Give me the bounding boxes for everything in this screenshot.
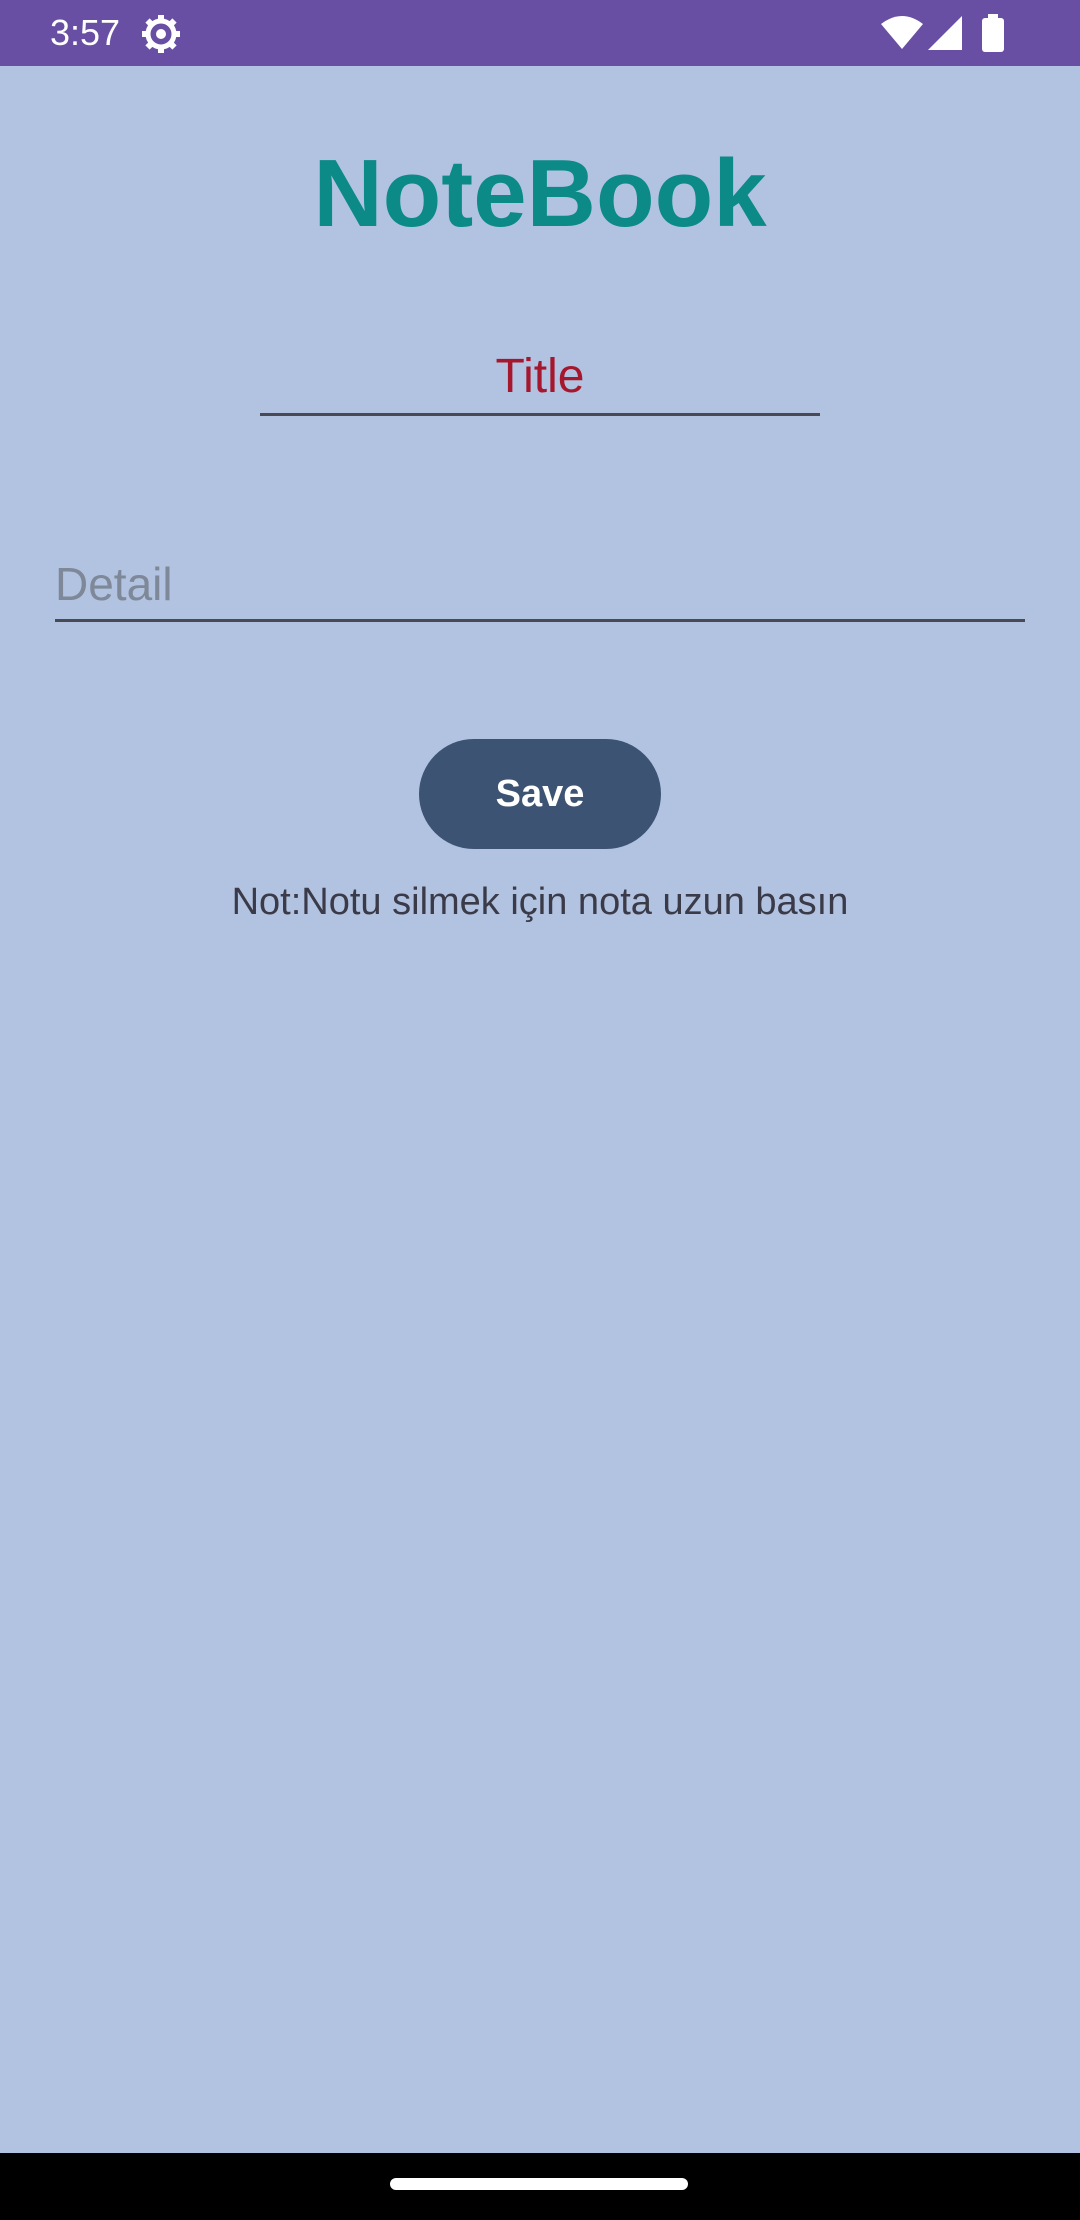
battery-icon (982, 14, 1004, 52)
status-bar: 3:57 (0, 0, 1080, 66)
wifi-icon (881, 16, 923, 49)
title-input[interactable] (260, 340, 820, 416)
hint-text: Not:Notu silmek için nota uzun basın (231, 881, 849, 923)
save-button[interactable]: Save (419, 739, 661, 849)
signal-icon (928, 16, 962, 50)
home-indicator[interactable] (390, 2178, 688, 2190)
navigation-bar (0, 2153, 1080, 2220)
app-title: NoteBook (313, 140, 767, 247)
status-time: 3:57 (50, 12, 121, 53)
detail-input[interactable] (55, 548, 1025, 622)
gear-icon (142, 15, 180, 53)
